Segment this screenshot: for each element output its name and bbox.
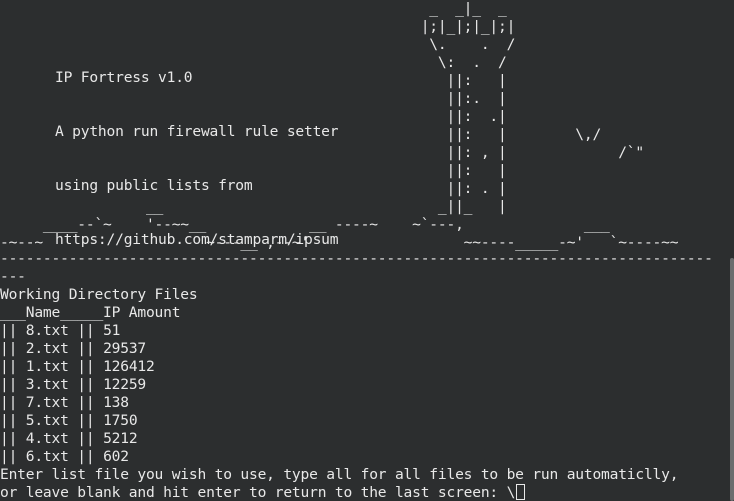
app-description: A python run firewall rule setter [55,123,339,140]
app-title: IP Fortress v1.0 [55,69,193,86]
table-row: || 3.txt || 12259 [0,376,734,394]
row-delimiter: || [68,376,104,393]
terminal-window[interactable]: _ _|_ _ |;|_|;|_|;| \. . / \: . / ||: | … [0,0,734,501]
row-delimiter: || [0,322,26,339]
file-name: 4.txt [25,430,69,447]
row-delimiter: || [68,394,104,411]
separator-line-tail: --- [0,268,26,285]
row-delimiter: || [68,412,104,429]
row-delimiter: || [0,376,26,393]
file-name: 8.txt [25,322,69,339]
prompt-line-1: Enter list file you wish to use, type al… [0,466,679,483]
row-delimiter: || [0,448,26,465]
row-delimiter: || [68,322,104,339]
scrollbar[interactable] [730,258,734,501]
file-name: 6.txt [25,448,69,465]
table-row: || 2.txt || 29537 [0,340,734,358]
terminal-output: ----------------------------------------… [0,250,734,501]
table-row: || 6.txt || 602 [0,448,734,466]
source-url: https://github.com/stamparm/ipsum [55,231,339,248]
ip-amount: 29537 [103,340,146,357]
prompt-text: or leave blank and hit enter to return t… [0,484,516,501]
file-name: 1.txt [25,358,69,375]
ip-amount: 1750 [103,412,138,429]
table-row: || 7.txt || 138 [0,394,734,412]
row-delimiter: || [0,394,26,411]
table-row: || 1.txt || 126412 [0,358,734,376]
ip-amount: 5212 [103,430,138,447]
file-list: || 8.txt || 51 || 2.txt || 29537 || 1.txt … [0,322,734,466]
table-row: || 8.txt || 51 [0,322,734,340]
ip-amount: 126412 [103,358,155,375]
row-delimiter: || [68,448,104,465]
file-name: 5.txt [25,412,69,429]
row-delimiter: || [68,430,104,447]
row-delimiter: || [0,430,26,447]
ip-amount: 12259 [103,376,146,393]
file-name: 7.txt [25,394,69,411]
app-info: IP Fortress v1.0 A python run firewall r… [55,33,339,285]
row-delimiter: || [68,340,104,357]
section-title: Working Directory Files [0,286,198,303]
row-delimiter: || [0,340,26,357]
row-delimiter: || [68,358,104,375]
table-row: || 4.txt || 5212 [0,430,734,448]
separator-line: ----------------------------------------… [0,250,713,267]
prompt-line-2[interactable]: or leave blank and hit enter to return t… [0,484,734,501]
file-name: 2.txt [25,340,69,357]
ip-amount: 602 [103,448,129,465]
row-delimiter: || [0,358,26,375]
table-header: ___Name_____IP Amount [0,304,181,321]
row-delimiter: || [0,412,26,429]
table-row: || 5.txt || 1750 [0,412,734,430]
ip-amount: 138 [103,394,129,411]
file-name: 3.txt [25,376,69,393]
app-description-2: using public lists from [55,177,253,194]
ip-amount: 51 [103,322,121,339]
text-cursor[interactable] [516,484,526,500]
